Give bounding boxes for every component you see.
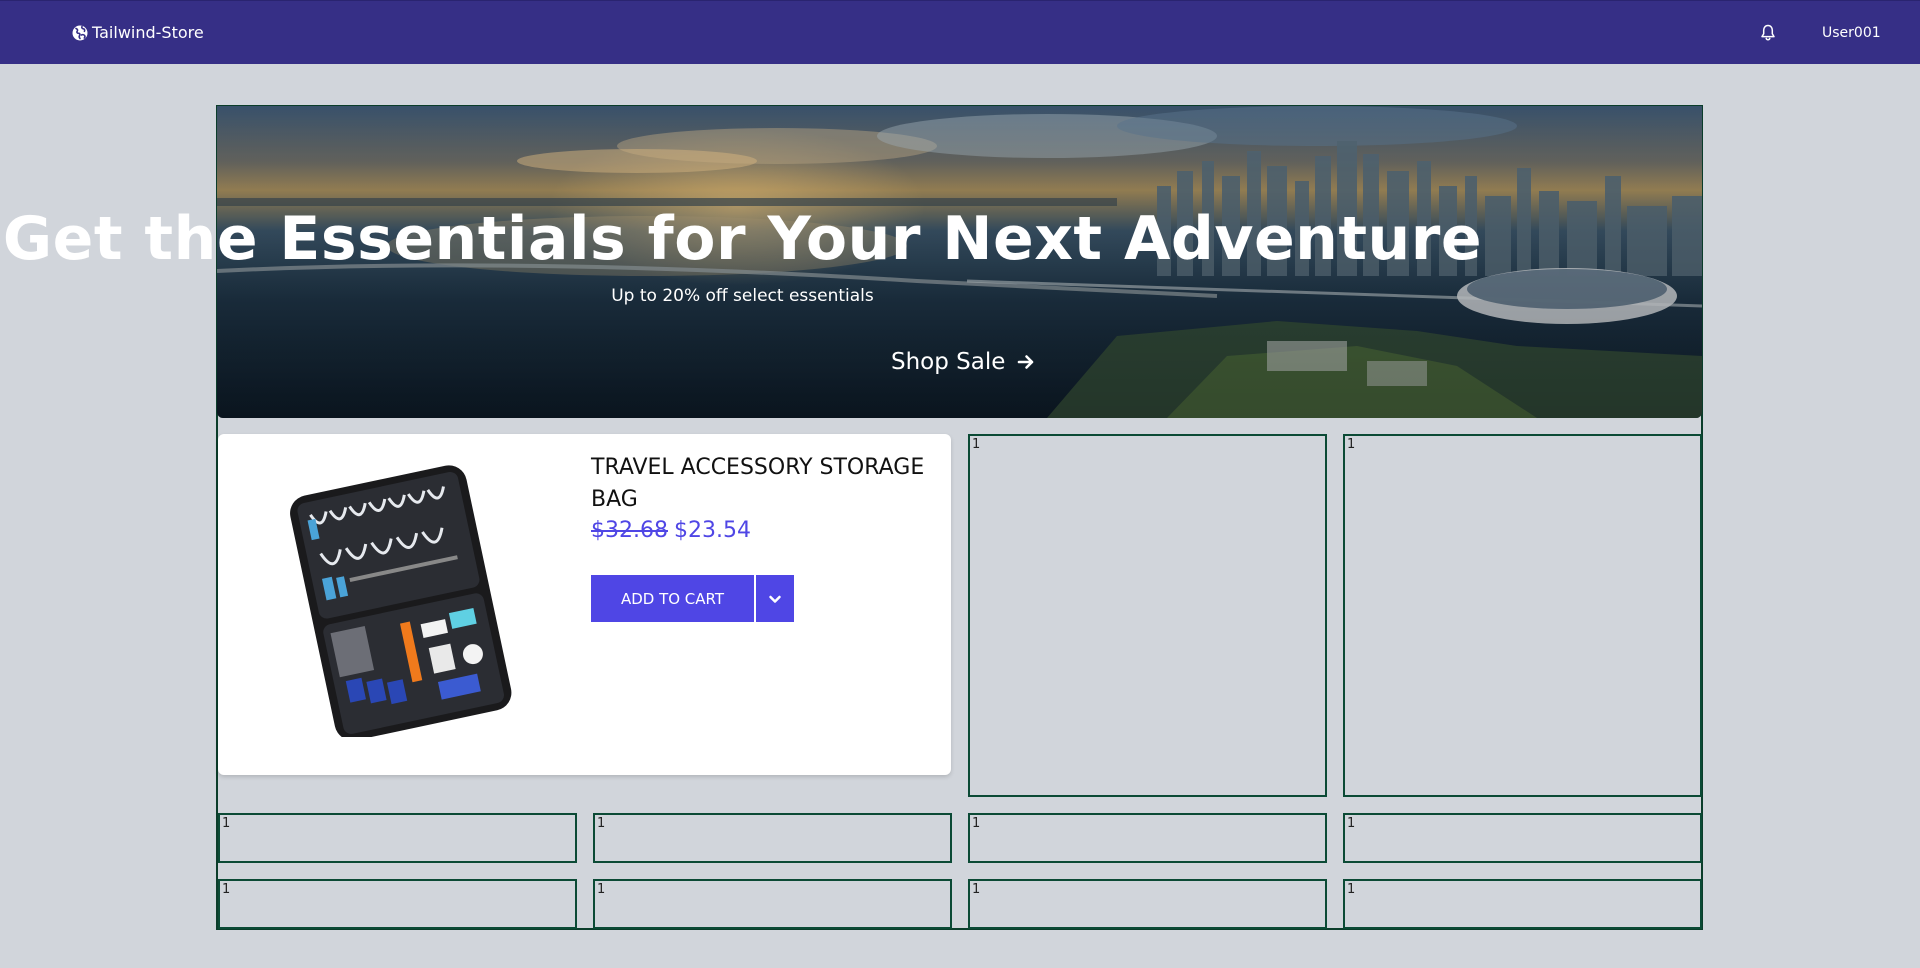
brand-link[interactable]: Tailwind-Store bbox=[72, 23, 204, 42]
user-menu[interactable]: User001 bbox=[1822, 25, 1881, 41]
shop-sale-label: Shop Sale bbox=[891, 349, 1006, 375]
placeholder-tile: 1 bbox=[218, 879, 577, 929]
cart-options-dropdown[interactable] bbox=[756, 575, 794, 622]
hero-title: Get the Essentials for Your Next Adventu… bbox=[2, 204, 1483, 274]
placeholder-tile: 1 bbox=[1343, 434, 1702, 797]
placeholder-tile: 1 bbox=[968, 879, 1327, 929]
arrow-right-icon bbox=[1018, 355, 1034, 369]
placeholder-tile: 1 bbox=[593, 879, 952, 929]
placeholder-tile: 1 bbox=[968, 434, 1327, 797]
hero-subtitle: Up to 20% off select essentials bbox=[611, 286, 874, 306]
placeholder-tile: 1 bbox=[1343, 879, 1702, 929]
globe-icon bbox=[72, 25, 88, 40]
original-price: $32.68 bbox=[591, 518, 668, 543]
sale-price: $23.54 bbox=[673, 518, 751, 543]
shop-sale-link[interactable]: Shop Sale bbox=[891, 349, 1035, 375]
placeholder-tile: 1 bbox=[593, 813, 952, 863]
placeholder-tile: 1 bbox=[968, 813, 1327, 863]
placeholder-tile: 1 bbox=[1343, 813, 1702, 863]
product-price: $32.68 $23.54 bbox=[591, 518, 751, 543]
brand-name: Tailwind-Store bbox=[92, 23, 204, 42]
placeholder-tile: 1 bbox=[218, 813, 577, 863]
top-navbar: Tailwind-Store User001 bbox=[0, 0, 1920, 64]
chevron-down-icon bbox=[769, 595, 781, 603]
add-to-cart-button[interactable]: ADD TO CART bbox=[591, 575, 754, 622]
bell-icon[interactable] bbox=[1760, 24, 1776, 42]
product-title[interactable]: TRAVEL ACCESSORY STORAGE BAG bbox=[591, 452, 931, 516]
product-image[interactable] bbox=[280, 462, 530, 737]
